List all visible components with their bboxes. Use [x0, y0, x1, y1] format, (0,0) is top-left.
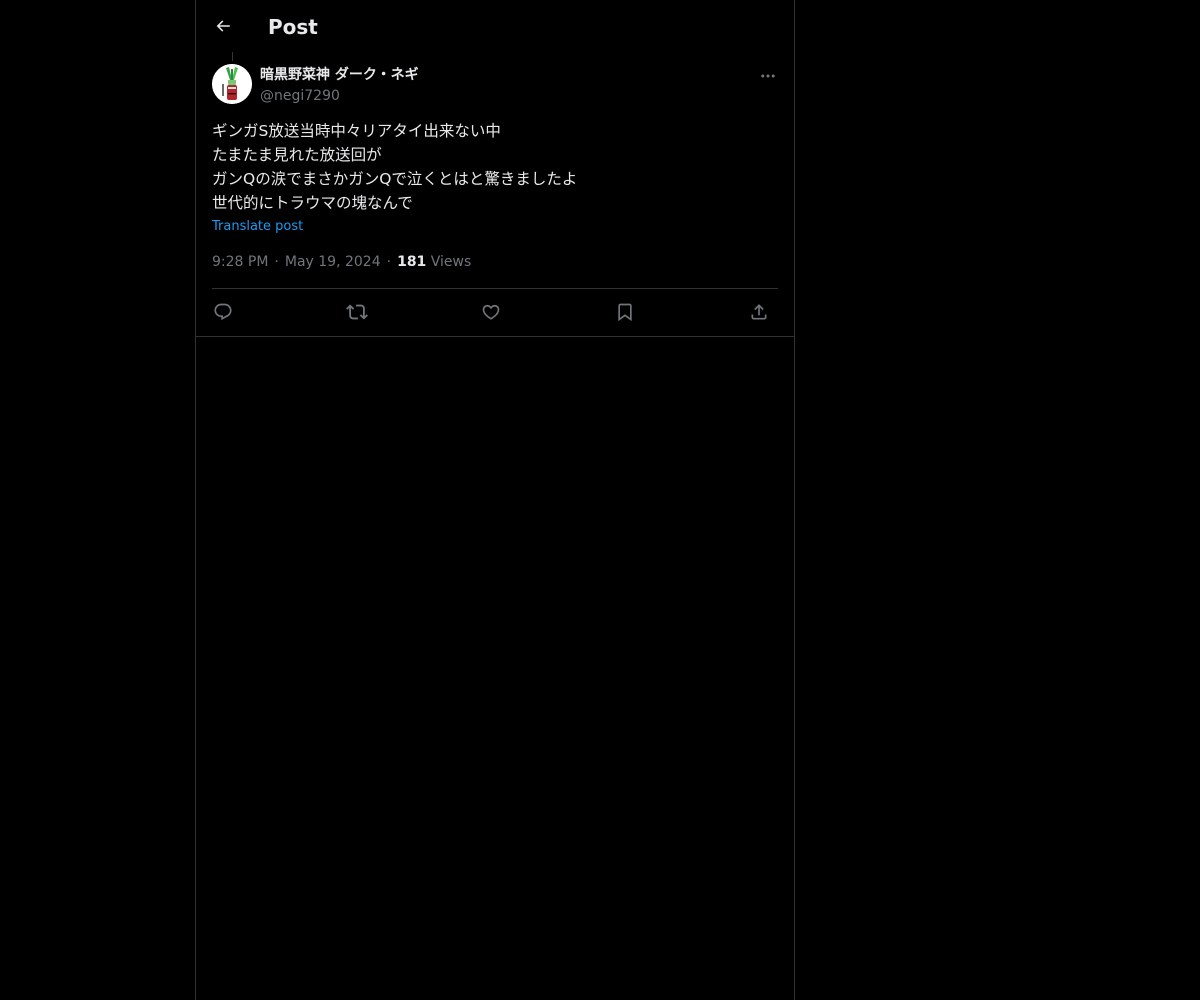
author-handle[interactable]: @negi7290	[260, 86, 419, 106]
repost-button[interactable]	[345, 300, 369, 324]
translate-post-link[interactable]: Translate post	[212, 218, 303, 236]
post-line: 世代的にトラウマの塊なんで	[212, 194, 413, 212]
post-metadata: 9:28 PM · May 19, 2024 · 181 Views	[212, 252, 471, 272]
bookmark-icon	[615, 302, 635, 322]
author-display-name[interactable]: 暗黒野菜神 ダーク・ネギ	[260, 64, 419, 86]
post-date[interactable]: May 19, 2024	[285, 254, 381, 270]
post-body: ギンガS放送当時中々リアタイ出来ない中 たまたま見れた放送回が ガンQの涙でまさ…	[212, 119, 778, 215]
divider	[212, 288, 778, 289]
avatar[interactable]	[212, 64, 252, 104]
page-title: Post	[268, 15, 318, 39]
heart-icon	[481, 302, 501, 322]
meta-separator: ·	[274, 254, 279, 270]
post-line: ギンガS放送当時中々リアタイ出来ない中	[212, 122, 501, 140]
post-header: Post	[196, 0, 794, 53]
views-label: Views	[430, 254, 472, 270]
post-line: ガンQの涙でまさかガンQで泣くとはと驚きましたよ	[212, 170, 578, 188]
post-time[interactable]: 9:28 PM	[212, 254, 268, 270]
share-icon	[749, 302, 769, 322]
leek-avatar	[212, 64, 252, 104]
more-horizontal-icon	[759, 67, 777, 85]
thread-connector-line	[232, 52, 233, 61]
meta-separator: ·	[386, 254, 392, 270]
more-options-button[interactable]	[756, 64, 780, 88]
back-button[interactable]	[208, 11, 238, 41]
views-count: 181	[397, 254, 427, 270]
action-bar	[212, 296, 778, 328]
post-detail-column: Post 暗黒野菜神 ダーク・ネギ @negi7290 ギンガS放送当時中々リア…	[195, 0, 795, 1000]
reply-icon	[213, 302, 233, 322]
author-info: 暗黒野菜神 ダーク・ネギ @negi7290	[260, 64, 419, 106]
like-button[interactable]	[479, 300, 503, 324]
bookmark-button[interactable]	[613, 300, 637, 324]
arrow-left-icon	[214, 17, 232, 35]
reply-button[interactable]	[211, 300, 235, 324]
repost-icon	[346, 301, 368, 323]
post-line: たまたま見れた放送回が	[212, 146, 382, 164]
divider	[196, 336, 794, 337]
share-button[interactable]	[747, 300, 771, 324]
